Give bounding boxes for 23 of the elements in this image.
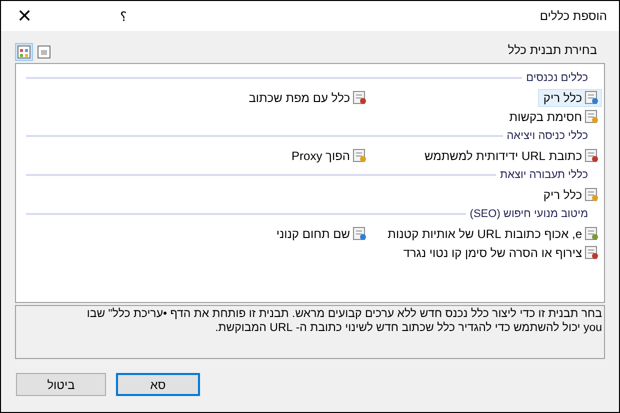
template-item[interactable]: כתובת URL ידידותית למשתמש: [420, 146, 602, 164]
close-button[interactable]: ✕: [17, 7, 32, 25]
group-heading: כללי כניסה ויציאה: [506, 128, 588, 144]
group-heading: כללי תעבורה יוצאת: [500, 168, 588, 183]
template-item[interactable]: e, אכוף כתובות URL של אותיות קטנות: [382, 224, 602, 242]
template-item[interactable]: צירוף או הסרה של סימן קו נטוי נגרד: [398, 244, 602, 262]
template-item[interactable]: חסימת בקשות: [504, 108, 602, 126]
cancel-button[interactable]: ביטול: [16, 373, 106, 396]
large-icons-view-button[interactable]: [15, 43, 33, 61]
help-button[interactable]: ؟: [120, 10, 127, 22]
template-label: בחירת תבנית כלל: [508, 42, 598, 59]
template-item[interactable]: שם תחום קנוני: [271, 224, 370, 242]
list-view-button[interactable]: [35, 43, 53, 61]
template-item[interactable]: כלל ריק: [538, 88, 602, 106]
ok-button[interactable]: סא: [116, 373, 200, 396]
template-item[interactable]: כלל עם מפת שכתוב: [244, 88, 370, 106]
group-heading: מיטוב מנועי חיפוש (SEO): [470, 206, 588, 222]
window-title: הוספת כללים: [540, 8, 607, 25]
template-item[interactable]: כלל ריק: [538, 186, 602, 204]
description-text: בחר תבנית זו כדי ליצור כלל נכנס חדש ללא ערכים קבועים מראש. תבנית זו פותחת את הדף •עריכת כלל" שבו: [86, 307, 602, 321]
description-text: you יכול להשתמש כדי להגדיר כלל שכתוב חדש לשינוי כתובת ה- URL המבוקשת.: [214, 321, 602, 335]
template-item[interactable]: הפוך Proxy: [286, 146, 370, 164]
group-heading: כללים נכנסים: [526, 70, 588, 86]
